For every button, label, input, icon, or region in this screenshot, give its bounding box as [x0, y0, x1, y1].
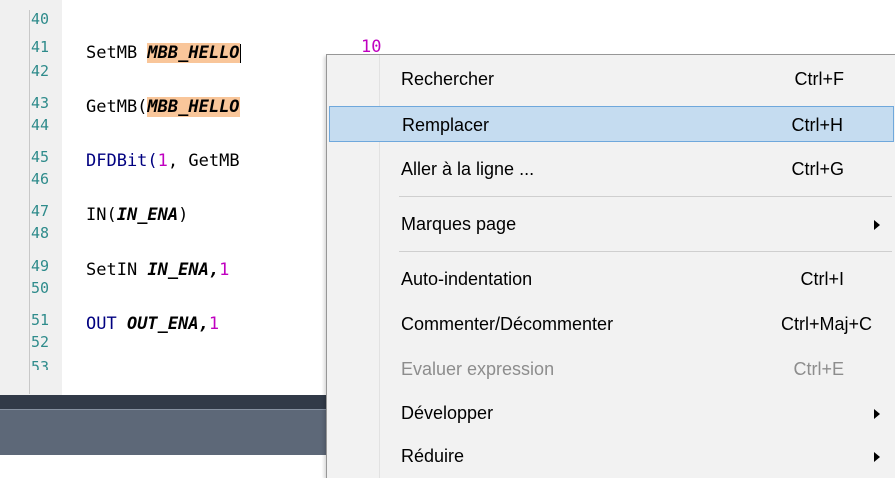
menu-item-label: Réduire	[401, 446, 465, 466]
line-number: 47	[31, 202, 50, 220]
menu-item-shortcut: Ctrl+Maj+C	[780, 314, 872, 334]
menu-item-evaluer-expression: Evaluer expression Ctrl+E	[329, 351, 894, 387]
code-text: GetMB(	[86, 97, 148, 117]
line-number: 51	[31, 311, 50, 329]
menu-item-label: Marques page	[401, 214, 517, 234]
code-text: ,	[198, 314, 209, 334]
line-number: 40	[31, 10, 50, 28]
menu-item-shortcut: Ctrl+I	[800, 269, 844, 289]
code-text: SetIN	[86, 260, 148, 280]
menu-item-auto-indentation[interactable]: Auto-indentation Ctrl+I	[329, 261, 894, 297]
number-literal: 1	[208, 314, 220, 334]
code-line-43[interactable]: GetMB(MBB_HELLO	[86, 96, 240, 118]
variable-token: MBB_HELLO	[147, 97, 240, 117]
code-line-51[interactable]: OUT OUT_ENA,1	[86, 313, 219, 335]
code-text: , GetMB	[167, 151, 240, 171]
line-number: 45	[31, 148, 50, 166]
menu-item-label: Développer	[401, 403, 494, 423]
menu-item-label: Auto-indentation	[401, 269, 533, 289]
line-number: 50	[31, 279, 50, 297]
number-literal: 1	[219, 260, 230, 280]
menu-item-label: Rechercher	[401, 69, 495, 89]
code-text: )	[178, 205, 189, 225]
line-number: 46	[31, 170, 50, 188]
line-number: 53	[31, 358, 50, 370]
menu-item-reduire[interactable]: Réduire	[329, 438, 894, 474]
menu-item-aller-a-la-ligne[interactable]: Aller à la ligne ... Ctrl+G	[329, 151, 894, 187]
text-caret	[239, 43, 241, 63]
variable-token: MBB_HELLO	[147, 43, 240, 63]
menu-item-shortcut: Ctrl+H	[791, 115, 843, 135]
menu-item-rechercher[interactable]: Rechercher Ctrl+F	[329, 61, 894, 97]
code-text: OUT	[86, 314, 127, 334]
menu-item-label: Aller à la ligne ...	[401, 159, 535, 179]
code-text: DFDBit(	[86, 151, 158, 171]
menu-item-marques-page[interactable]: Marques page	[329, 206, 894, 242]
menu-item-shortcut: Ctrl+F	[794, 69, 845, 89]
gutter-divider	[29, 10, 30, 394]
status-bar	[0, 409, 330, 455]
menu-item-remplacer[interactable]: Remplacer Ctrl+H	[329, 106, 894, 142]
line-number: 52	[31, 333, 50, 351]
variable-token: OUT_ENA	[126, 314, 199, 334]
code-text: ,	[208, 260, 220, 280]
context-menu: Rechercher Ctrl+F Remplacer Ctrl+H Aller…	[326, 54, 895, 478]
menu-item-commenter-decommenter[interactable]: Commenter/Décommenter Ctrl+Maj+C	[329, 306, 894, 342]
menu-item-label: Remplacer	[402, 115, 490, 135]
line-number: 41	[31, 38, 50, 56]
line-number: 42	[31, 62, 50, 80]
variable-token: IN_ENA	[147, 260, 209, 280]
menu-item-developper[interactable]: Développer	[329, 395, 894, 431]
menu-item-shortcut: Ctrl+E	[793, 359, 844, 379]
chevron-right-icon	[874, 452, 880, 462]
menu-item-shortcut: Ctrl+G	[791, 159, 844, 179]
code-text: IN(	[86, 205, 117, 225]
line-number: 44	[31, 116, 50, 134]
menu-separator	[399, 196, 892, 197]
menu-item-label: Evaluer expression	[401, 359, 555, 379]
menu-separator	[399, 251, 892, 252]
code-text: SetMB	[86, 43, 148, 63]
line-number: 48	[31, 224, 50, 242]
chevron-right-icon	[874, 409, 880, 419]
status-bar-dark	[0, 395, 330, 409]
line-number: 43	[31, 94, 50, 112]
line-number: 49	[31, 257, 50, 275]
menu-item-label: Commenter/Décommenter	[401, 314, 614, 334]
code-line-45[interactable]: DFDBit(1, GetMB	[86, 150, 240, 172]
code-line-41[interactable]: SetMB MBB_HELLO	[86, 42, 241, 64]
code-line-49[interactable]: SetIN IN_ENA,1	[86, 259, 229, 281]
variable-token: IN_ENA	[116, 205, 179, 225]
code-line-47[interactable]: IN(IN_ENA)	[86, 204, 188, 226]
chevron-right-icon	[874, 220, 880, 230]
number-literal: 1	[157, 151, 168, 171]
